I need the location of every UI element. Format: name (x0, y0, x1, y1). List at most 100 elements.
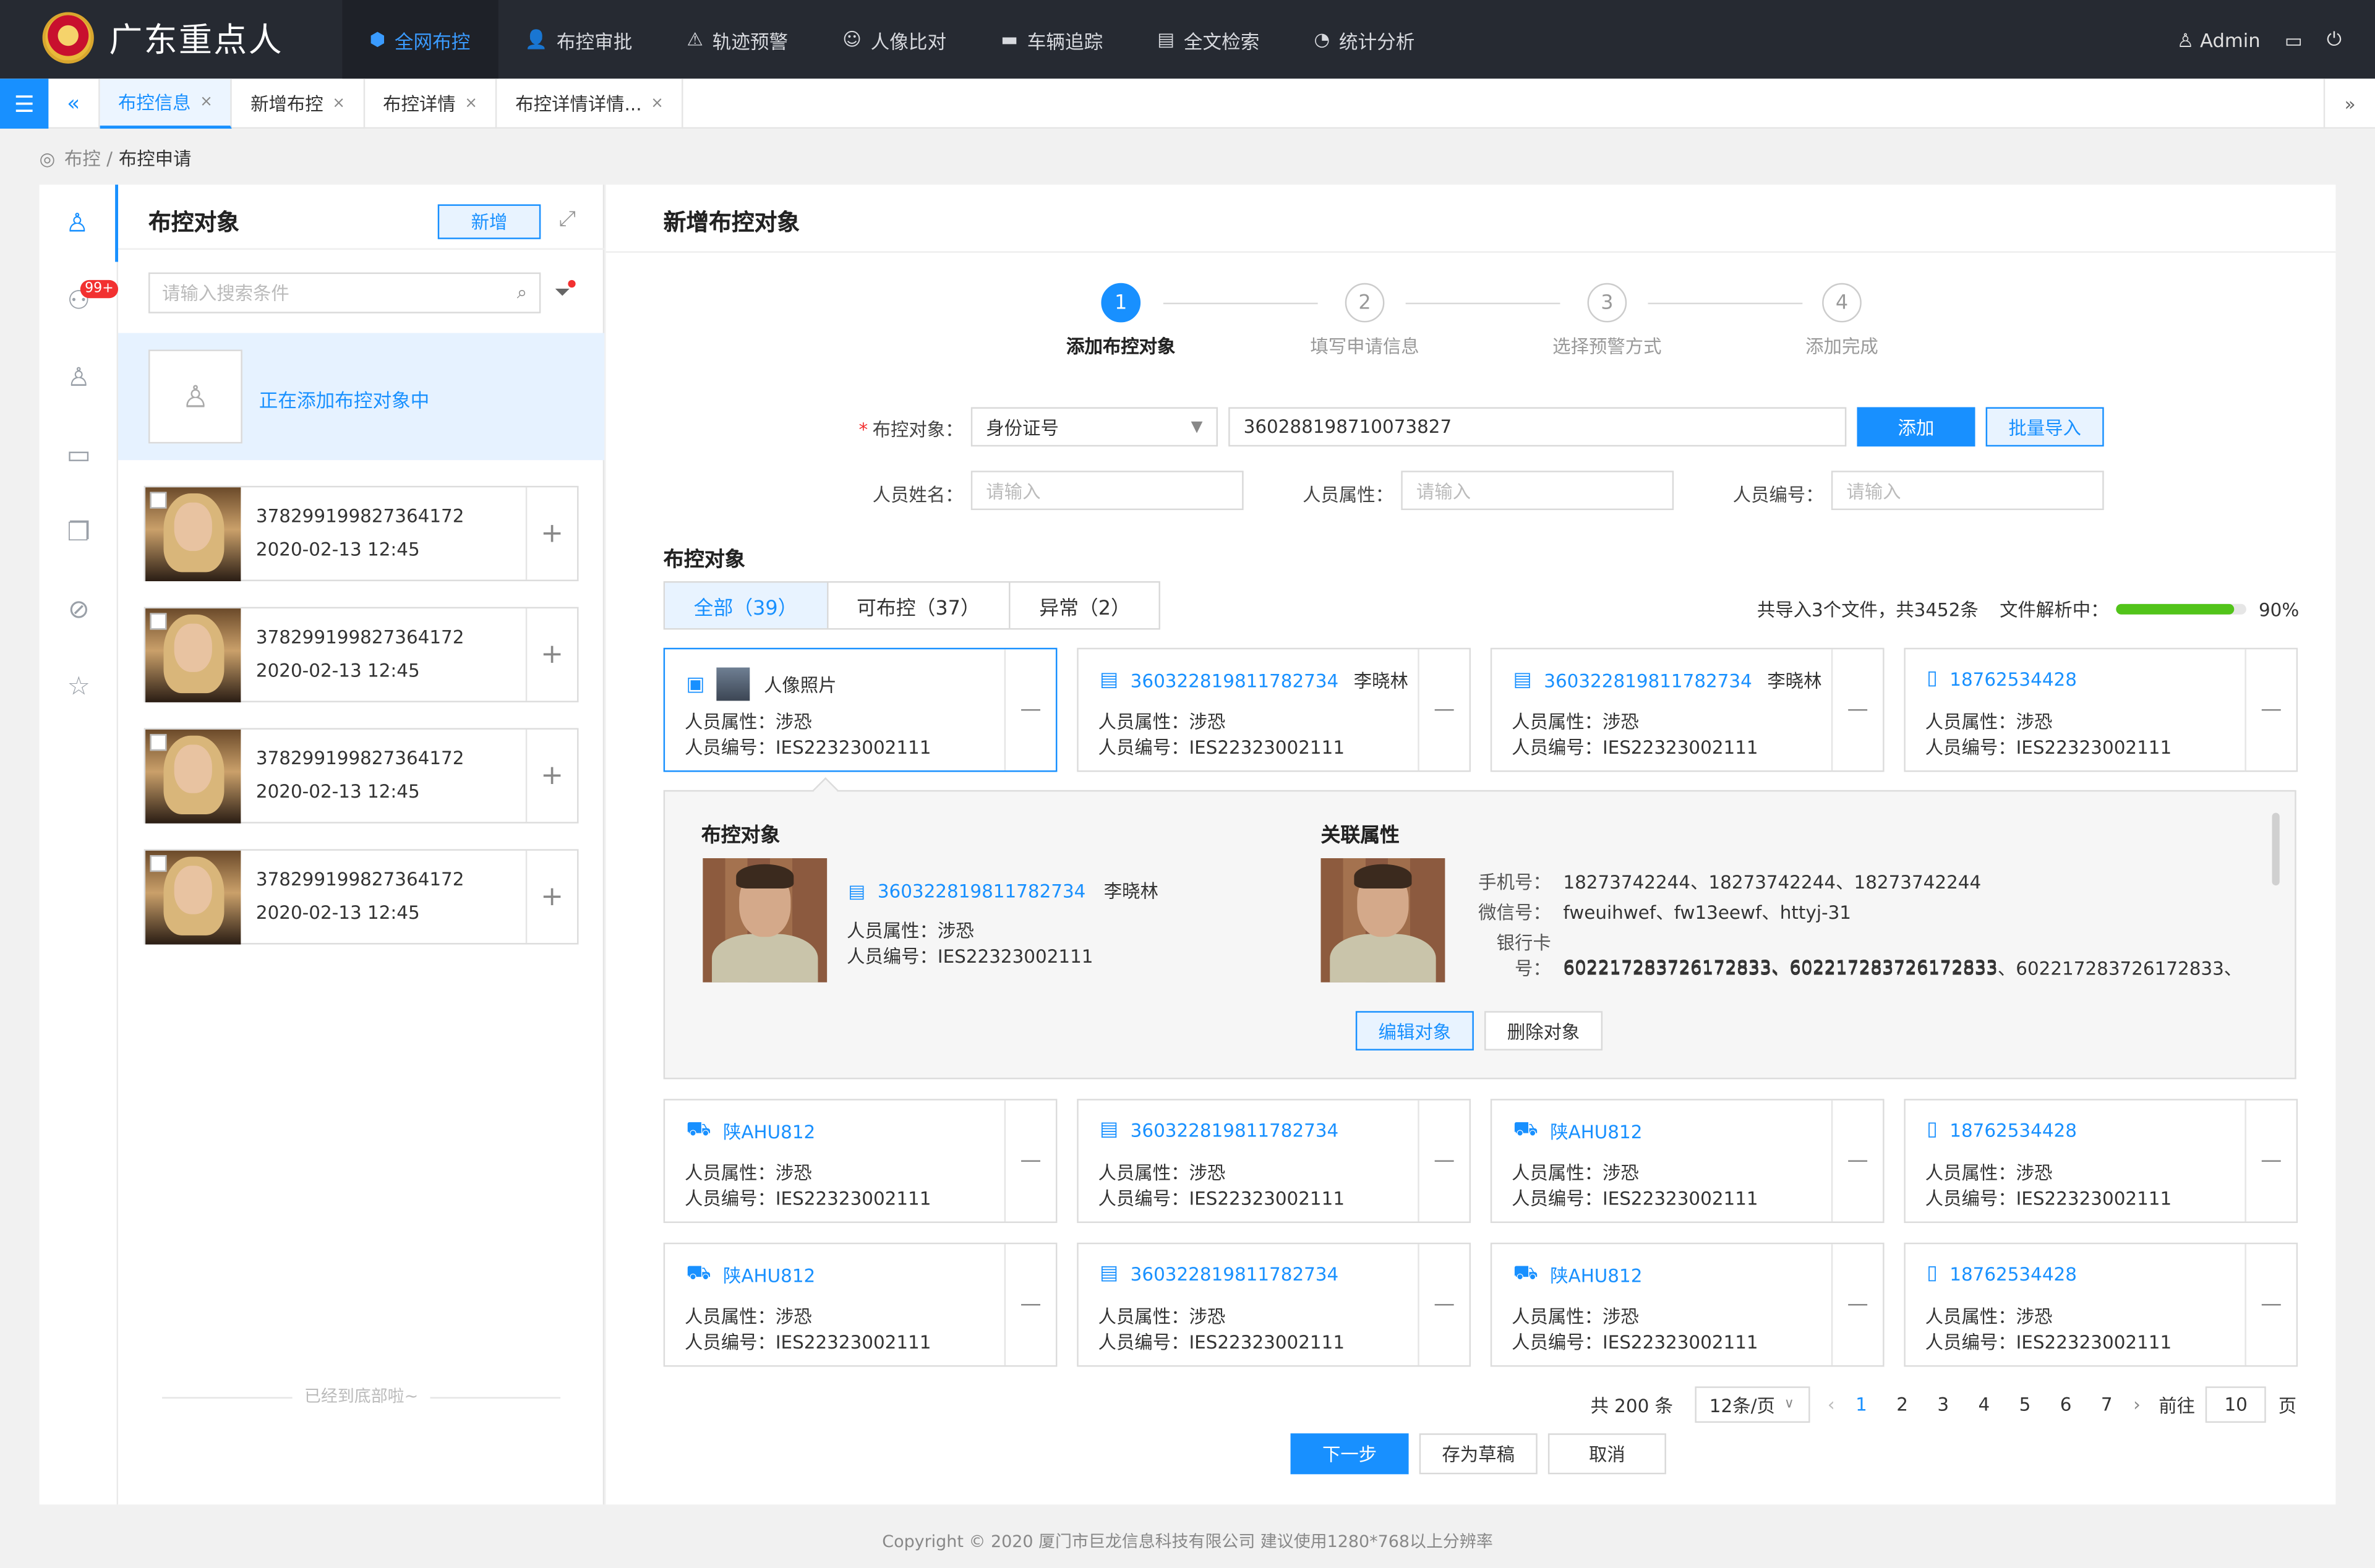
checkbox[interactable] (150, 492, 167, 509)
search-input[interactable]: 请输入搜索条件 ⌕ (148, 272, 541, 313)
cancel-button[interactable]: 取消 (1547, 1433, 1666, 1475)
tab-control-detail[interactable]: 布控详情 × (365, 79, 497, 129)
breadcrumb-parent[interactable]: 布控 / (64, 145, 113, 171)
remove-icon[interactable]: — (1418, 649, 1469, 771)
list-item[interactable]: 378299199827364172 2020-02-13 12:45 + (143, 728, 579, 824)
close-icon[interactable]: × (651, 95, 664, 112)
new-button[interactable]: 新增 (437, 204, 541, 239)
tab-control-detail-more[interactable]: 布控详情详情... × (497, 79, 683, 129)
page-4[interactable]: 4 (1964, 1394, 2005, 1415)
plus-icon[interactable]: + (525, 729, 577, 822)
expand-icon[interactable]: ⤢ (559, 207, 576, 231)
nav-item-statistics[interactable]: ◔ 统计分析 (1286, 0, 1442, 79)
page-2[interactable]: 2 (1882, 1394, 1923, 1415)
code-input[interactable]: 请输入 (1831, 471, 2104, 510)
page-6[interactable]: 6 (2045, 1394, 2086, 1415)
person-datetime: 2020-02-13 12:45 (255, 539, 420, 560)
list-item[interactable]: 378299199827364172 2020-02-13 12:45 + (143, 849, 579, 945)
delete-object-button[interactable]: 删除对象 (1484, 1011, 1603, 1050)
goto-page-input[interactable]: 10 (2206, 1386, 2267, 1423)
object-card-vehicle[interactable]: ⛟ 陕AHU812 人员属性：涉恐 人员编号：IES22323002111 — (663, 1242, 1058, 1367)
user-name[interactable]: Admin (2200, 28, 2261, 51)
remove-icon[interactable]: — (1831, 1244, 1883, 1366)
object-card-id[interactable]: ▤ 360322819811782734 人员属性：涉恐 人员编号：IES2232… (1077, 1099, 1471, 1223)
prev-page-icon[interactable]: ‹ (1828, 1394, 1835, 1415)
copy-icon[interactable]: ❐ (40, 493, 118, 571)
remove-icon[interactable]: — (1831, 1100, 1883, 1222)
list-item[interactable]: 378299199827364172 2020-02-13 12:45 + (143, 485, 579, 582)
ban-icon[interactable]: ⊘ (40, 571, 118, 648)
remove-icon[interactable]: — (2244, 649, 2296, 771)
remove-icon[interactable]: — (2244, 1244, 2296, 1366)
nav-item-track-alert[interactable]: ⚠ 轨迹预警 (659, 0, 815, 79)
remove-icon[interactable]: — (2244, 1100, 2296, 1222)
remove-icon[interactable]: — (1418, 1244, 1469, 1366)
tab-all[interactable]: 全部（39） (665, 582, 828, 628)
double-chevron-left-icon[interactable]: « (48, 79, 100, 129)
remove-icon[interactable]: — (1831, 649, 1883, 771)
nav-item-approval[interactable]: 👤 布控审批 (497, 0, 659, 79)
page-7[interactable]: 7 (2086, 1394, 2127, 1415)
object-card-vehicle[interactable]: ⛟ 陕AHU812 人员属性：涉恐 人员编号：IES22323002111 — (1490, 1099, 1885, 1223)
page-1[interactable]: 1 (1841, 1394, 1881, 1415)
save-draft-button[interactable]: 存为草稿 (1419, 1433, 1538, 1475)
type-select[interactable]: 身份证号 ▼ (970, 407, 1218, 447)
name-input[interactable]: 请输入 (970, 471, 1244, 510)
checkbox[interactable] (150, 855, 167, 872)
menu-toggle-icon[interactable]: ☰ (0, 79, 49, 129)
nav-item-full-network[interactable]: ⬢ 全网布控 (342, 0, 498, 79)
checkbox[interactable] (150, 613, 167, 630)
object-card-phone[interactable]: ▯ 18762534428 人员属性：涉恐 人员编号：IES22323002111… (1904, 647, 2298, 772)
batch-import-button[interactable]: 批量导入 (1985, 407, 2104, 447)
person-datetime: 2020-02-13 12:45 (255, 781, 420, 803)
tab-control-info[interactable]: 布控信息 × (100, 79, 233, 129)
close-icon[interactable]: × (200, 94, 213, 111)
person-star-icon[interactable]: ♙ (40, 339, 118, 416)
close-icon[interactable]: × (332, 95, 345, 112)
group-icon[interactable]: ⚇ 99+ (40, 262, 119, 339)
filter-dot (568, 279, 576, 288)
scrollbar[interactable] (2272, 812, 2280, 886)
double-chevron-right-icon[interactable]: » (2323, 79, 2375, 129)
nav-item-face-compare[interactable]: ☺ 人像比对 (815, 0, 974, 79)
remove-icon[interactable]: — (1004, 1100, 1056, 1222)
remove-icon[interactable]: — (1004, 1244, 1056, 1366)
checkbox[interactable] (150, 734, 167, 751)
object-card-phone[interactable]: ▯ 18762534428 人员属性：涉恐 人员编号：IES22323002111… (1904, 1242, 2298, 1367)
plus-icon[interactable]: + (525, 608, 577, 701)
object-card-vehicle[interactable]: ⛟ 陕AHU812 人员属性：涉恐 人员编号：IES22323002111 — (1490, 1242, 1885, 1367)
list-item[interactable]: 378299199827364172 2020-02-13 12:45 + (143, 607, 579, 702)
object-card-id[interactable]: ▤ 360322819811782734 李晓林 人员属性：涉恐 人员编号：IES2… (1490, 647, 1885, 772)
next-step-button[interactable]: 下一步 (1290, 1433, 1409, 1475)
message-icon[interactable]: ▭ (2285, 28, 2303, 51)
tab-new-control[interactable]: 新增布控 × (233, 79, 365, 129)
next-page-icon[interactable]: › (2133, 1394, 2141, 1415)
monitor-icon[interactable]: ▭ (40, 416, 118, 493)
power-icon[interactable]: ⏻ (2327, 27, 2342, 51)
edit-object-button[interactable]: 编辑对象 (1355, 1011, 1474, 1050)
tab-controllable[interactable]: 可布控（37） (828, 582, 1011, 628)
plus-icon[interactable]: + (525, 487, 577, 580)
close-icon[interactable]: × (464, 95, 477, 112)
id-number-input[interactable]: 360288198710073827 (1228, 407, 1847, 447)
tab-abnormal[interactable]: 异常（2） (1010, 582, 1160, 628)
person-icon[interactable]: ♙ (40, 184, 119, 262)
remove-icon[interactable]: — (1004, 649, 1056, 771)
nav-item-vehicle[interactable]: ▬ 车辆追踪 (974, 0, 1130, 79)
plus-icon[interactable]: + (525, 850, 577, 944)
adding-item[interactable]: ♙ 正在添加布控对象中 (118, 333, 605, 461)
page-3[interactable]: 3 (1923, 1394, 1964, 1415)
remove-icon[interactable]: — (1418, 1100, 1469, 1222)
page-5[interactable]: 5 (2005, 1394, 2045, 1415)
page-size-select[interactable]: 12条/页 ∨ (1694, 1386, 1810, 1423)
nav-item-fulltext[interactable]: ▤ 全文检索 (1130, 0, 1286, 79)
object-card-vehicle[interactable]: ⛟ 陕AHU812 人员属性：涉恐 人员编号：IES22323002111 — (663, 1099, 1058, 1223)
attribute-input[interactable]: 请输入 (1401, 471, 1674, 510)
object-card-id[interactable]: ▤ 360322819811782734 人员属性：涉恐 人员编号：IES2232… (1077, 1242, 1471, 1367)
search-icon[interactable]: ⌕ (517, 281, 527, 304)
object-card-photo[interactable]: ▣ 人像照片 人员属性：涉恐 人员编号：IES22323002111 — (663, 647, 1058, 772)
star-icon[interactable]: ☆ (40, 648, 118, 725)
object-card-id[interactable]: ▤ 360322819811782734 李晓林 人员属性：涉恐 人员编号：IES2… (1077, 647, 1471, 772)
add-button[interactable]: 添加 (1857, 407, 1975, 447)
object-card-phone[interactable]: ▯ 18762534428 人员属性：涉恐 人员编号：IES22323002111… (1904, 1099, 2298, 1223)
